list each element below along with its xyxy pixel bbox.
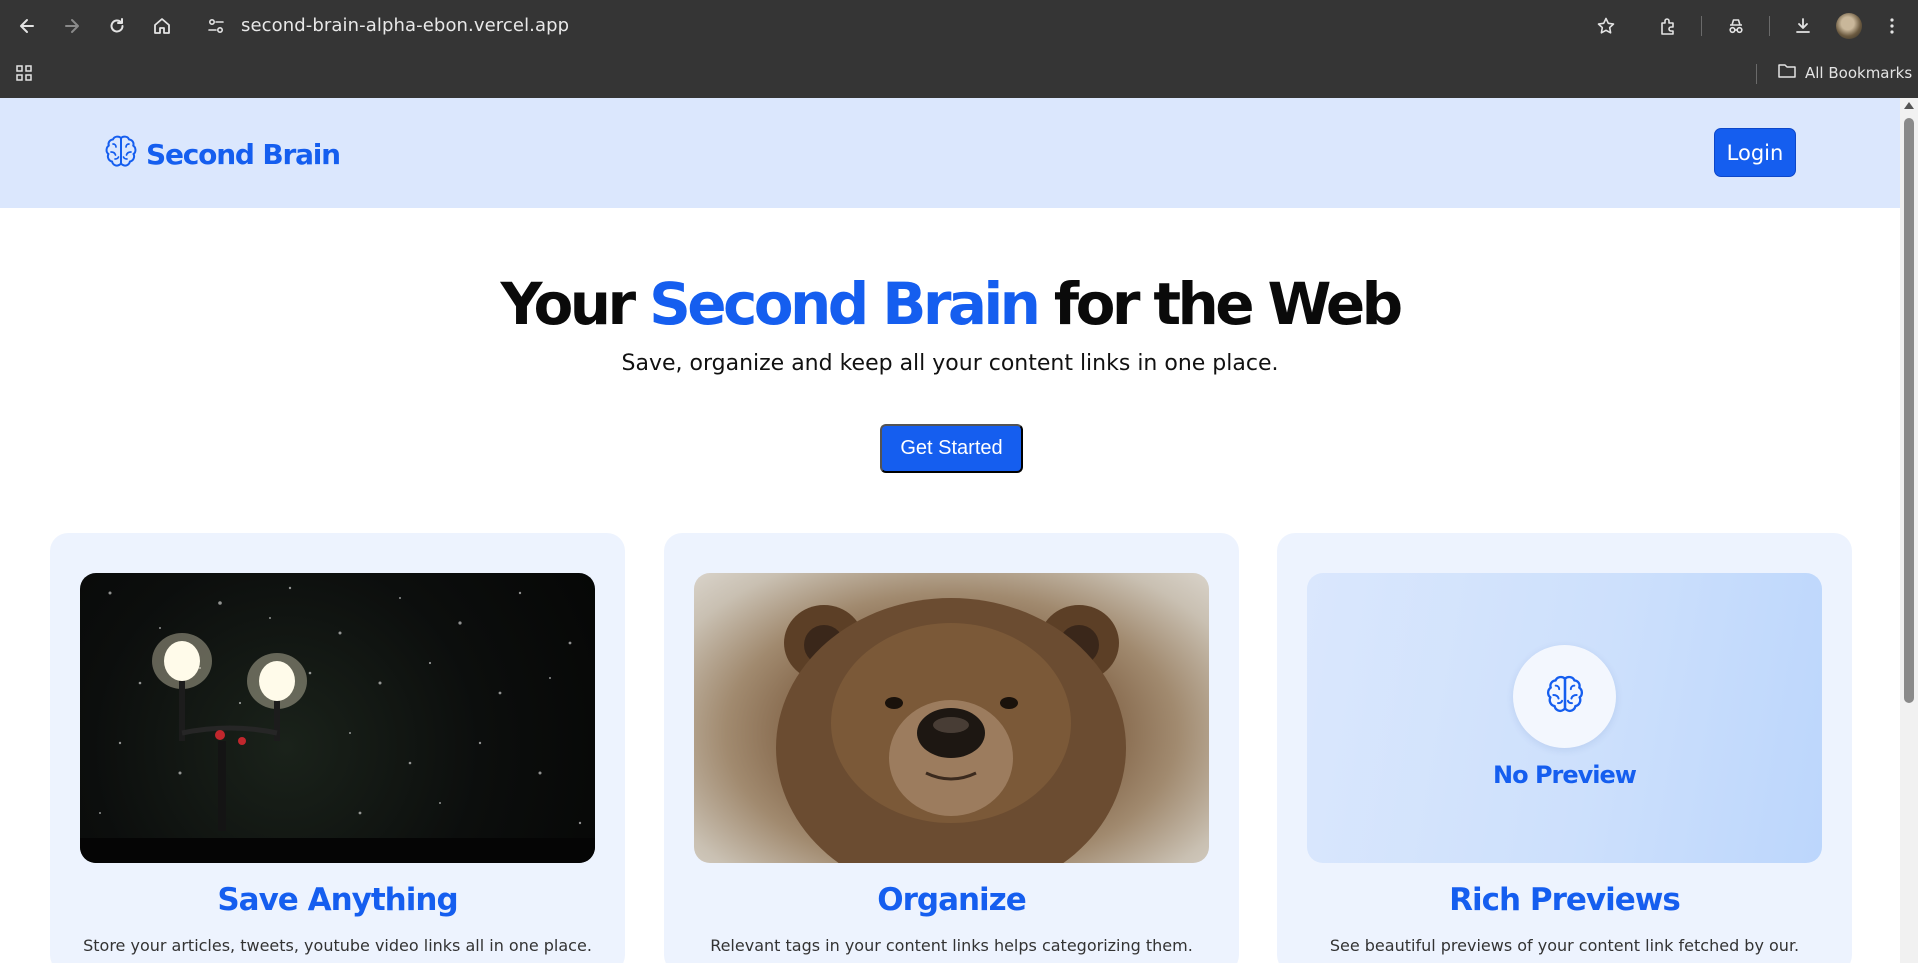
menu-icon[interactable] [1880, 14, 1904, 38]
no-preview-label: No Preview [1493, 761, 1637, 789]
bookmarks-bar [0, 52, 1918, 98]
extensions-icon[interactable] [1656, 14, 1680, 38]
feature-card-save-anything: Save Anything Store your articles, tweet… [50, 533, 625, 963]
scrollbar-thumb[interactable] [1904, 118, 1914, 703]
incognito-icon[interactable] [1724, 14, 1748, 38]
download-icon[interactable] [1791, 14, 1815, 38]
all-bookmarks-label: All Bookmarks [1805, 64, 1913, 82]
home-icon[interactable] [150, 14, 174, 38]
feature-card-rich-previews: No Preview Rich Previews See beautiful p… [1277, 533, 1852, 963]
toolbar-divider [1701, 16, 1702, 36]
browser-toolbar: second-brain-alpha-ebon.vercel.app [0, 0, 1918, 52]
night-street-lamps-photo [80, 573, 595, 863]
page-viewport: Second Brain Login Your Second Brain for… [0, 98, 1900, 963]
toolbar-divider [1769, 16, 1770, 36]
page-scrollbar[interactable] [1900, 98, 1918, 963]
no-preview-placeholder: No Preview [1307, 573, 1822, 863]
address-bar[interactable]: second-brain-alpha-ebon.vercel.app [241, 15, 569, 36]
feature-title: Save Anything [217, 882, 458, 918]
hero-title-start: Your [500, 270, 650, 338]
forward-icon[interactable] [60, 14, 84, 38]
feature-description: Store your articles, tweets, youtube vid… [83, 936, 592, 955]
feature-description: See beautiful previews of your content l… [1329, 936, 1800, 955]
bookmarks-divider [1756, 64, 1757, 84]
brain-icon [1545, 674, 1585, 720]
hero-title-accent: Second Brain [649, 270, 1041, 338]
hero-title: Your Second Brain for the Web [0, 270, 1900, 338]
site-info-icon[interactable] [204, 14, 228, 38]
brand-name: Second Brain [146, 137, 341, 171]
get-started-button[interactable]: Get Started [880, 424, 1023, 473]
back-icon[interactable] [15, 14, 39, 38]
hero-subtitle: Save, organize and keep all your content… [621, 351, 1279, 376]
bear-photo [694, 573, 1209, 863]
feature-title: Organize [877, 882, 1027, 918]
profile-avatar[interactable] [1836, 13, 1862, 39]
folder-icon [1777, 62, 1797, 84]
hero-title-end: for the Web [1037, 270, 1403, 338]
apps-icon[interactable] [12, 61, 36, 85]
brain-icon-circle [1513, 645, 1616, 748]
scroll-up-arrow-icon[interactable] [1904, 102, 1914, 109]
star-icon[interactable] [1594, 14, 1618, 38]
brand-logo[interactable]: Second Brain [104, 134, 341, 174]
feature-title: Rich Previews [1449, 882, 1681, 918]
brain-icon [104, 134, 138, 174]
login-button[interactable]: Login [1714, 128, 1796, 177]
reload-icon[interactable] [105, 14, 129, 38]
site-navbar: Second Brain Login [0, 98, 1900, 208]
all-bookmarks-button[interactable]: All Bookmarks [1777, 62, 1912, 84]
feature-description: Relevant tags in your content links help… [710, 936, 1193, 955]
feature-card-organize: Organize Relevant tags in your content l… [664, 533, 1239, 963]
